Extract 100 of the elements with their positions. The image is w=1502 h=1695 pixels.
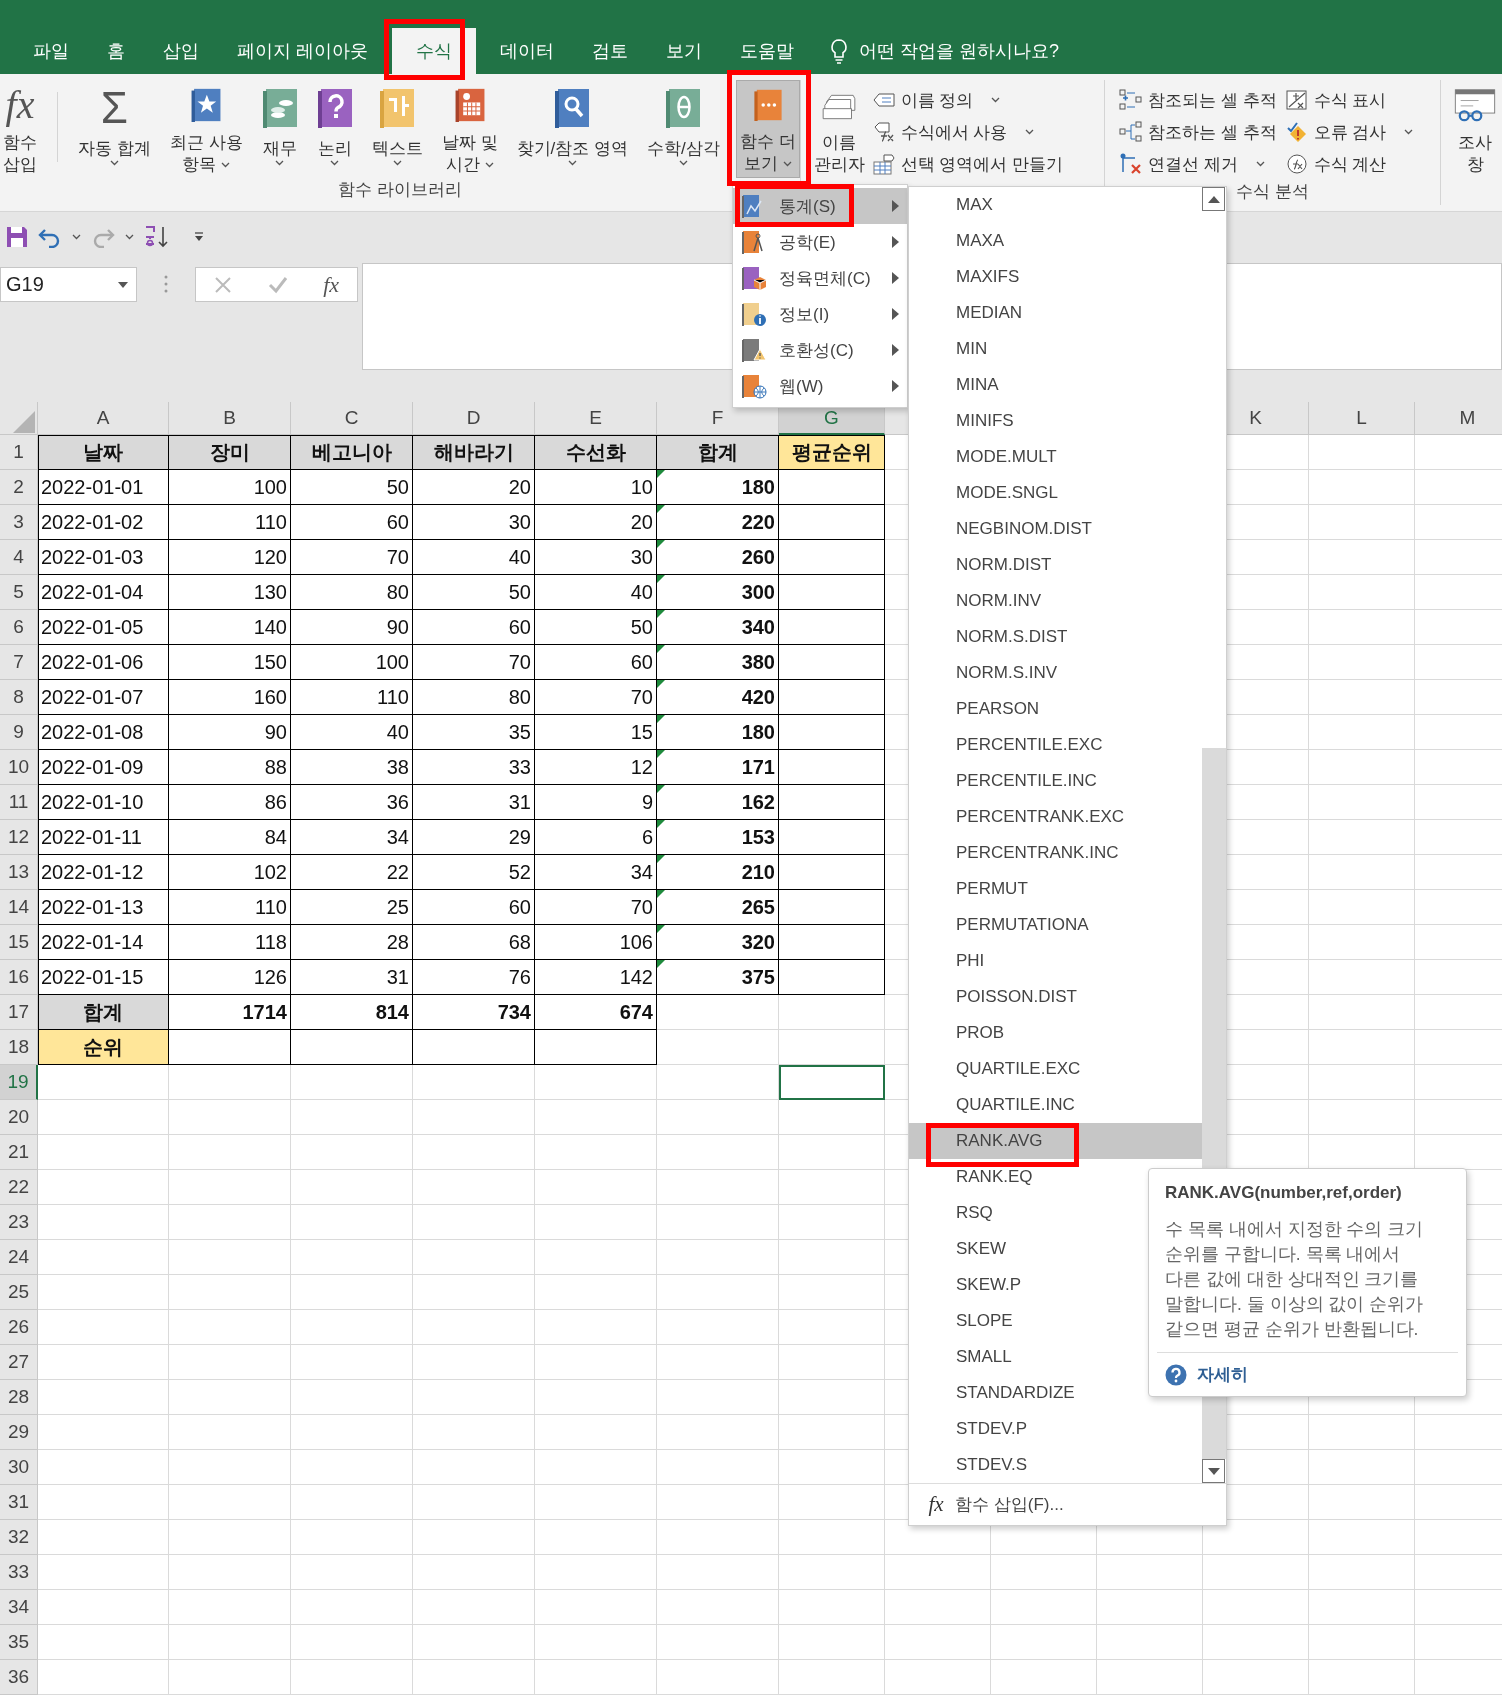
ribbon-button[interactable]: 날짜 및 시간 [438,80,501,178]
active-cell[interactable] [779,1065,885,1100]
menu-item[interactable]: STDEV.S [909,1447,1202,1483]
ribbon-tab[interactable]: 검토 [573,28,647,74]
menu-item[interactable]: POISSON.DIST [909,979,1202,1015]
customize-icon[interactable] [192,231,206,243]
row-header[interactable]: 12 [0,820,38,855]
row-header[interactable]: 20 [0,1100,38,1135]
ribbon-button[interactable]: 오류 검사 [1280,116,1418,148]
ribbon-button[interactable]: 수식에서 사용 [867,116,1068,148]
menu-item[interactable]: MEDIAN [909,295,1202,331]
ribbon-button[interactable]: 찾기/참조 영역 [513,80,632,178]
ribbon-button[interactable]: 참조하는 셀 추적 [1115,116,1281,148]
menu-item[interactable]: MIN [909,331,1202,367]
ribbon-button[interactable]: 텍스트 [368,80,426,178]
ribbon-button[interactable]: 수식 표시 [1280,84,1418,116]
row-header[interactable]: 4 [0,540,38,575]
row-header[interactable]: 19 [0,1065,38,1100]
menu-item[interactable]: PERMUTATIONA [909,907,1202,943]
ribbon-tab[interactable]: 데이터 [481,28,573,74]
row-header[interactable]: 14 [0,890,38,925]
column-header[interactable]: A [38,402,169,435]
row-header[interactable]: 24 [0,1240,38,1275]
column-header[interactable]: B [169,402,291,435]
ribbon-button[interactable]: 이름 정의 [867,84,1068,116]
ribbon-button[interactable]: 선택 영역에서 만들기 [867,148,1068,180]
row-header[interactable]: 34 [0,1590,38,1625]
menu-item[interactable]: PERCENTILE.EXC [909,727,1202,763]
ribbon-button[interactable]: 참조되는 셀 추적 [1115,84,1281,116]
menu-item[interactable]: QUARTILE.EXC [909,1051,1202,1087]
ribbon-tab[interactable]: 수식 [392,28,476,74]
sort-icon[interactable] [144,225,170,249]
menu-item[interactable]: PROB [909,1015,1202,1051]
row-header[interactable]: 2 [0,470,38,505]
column-header[interactable]: F [657,402,779,435]
ribbon-tab[interactable]: 삽입 [144,28,218,74]
row-header[interactable]: 32 [0,1520,38,1555]
ribbon-button[interactable]: 수식 계산 [1280,148,1418,180]
row-header[interactable]: 31 [0,1485,38,1520]
row-header[interactable]: 22 [0,1170,38,1205]
row-header[interactable]: 33 [0,1555,38,1590]
row-header[interactable]: 3 [0,505,38,540]
undo-icon[interactable] [38,226,62,248]
column-header[interactable]: D [413,402,535,435]
menu-item[interactable]: MODE.MULT [909,439,1202,475]
row-header[interactable]: 18 [0,1030,38,1065]
menu-item[interactable]: MAXA [909,223,1202,259]
search-field[interactable]: 어떤 작업을 원하시나요? [857,39,1101,63]
menu-item[interactable]: PERMUT [909,871,1202,907]
ribbon-button[interactable]: 이름 관리자 [810,80,868,178]
menu-item[interactable]: PHI [909,943,1202,979]
menu-item[interactable]: NORM.S.DIST [909,619,1202,655]
insert-function-item[interactable]: fx 함수 삽입(F)... [909,1483,1226,1525]
menu-item[interactable]: PERCENTRANK.EXC [909,799,1202,835]
row-header[interactable]: 21 [0,1135,38,1170]
row-header[interactable]: 27 [0,1345,38,1380]
ribbon-button[interactable]: 최근 사용 항목 [166,80,246,178]
check-icon[interactable] [267,275,288,294]
ribbon-button[interactable]: 함수 더 보기 [735,80,800,178]
row-header[interactable]: 1 [0,435,38,470]
ribbon-button[interactable]: fx 함수 삽입 [0,80,40,178]
row-header[interactable]: 35 [0,1625,38,1660]
more-info-link[interactable]: 자세히 [1197,1363,1248,1386]
menu-item[interactable]: 공학(E) [733,224,907,260]
column-header[interactable]: M [1415,402,1502,435]
menu-item[interactable]: PERCENTILE.INC [909,763,1202,799]
row-header[interactable]: 29 [0,1415,38,1450]
menu-item[interactable]: NORM.INV [909,583,1202,619]
column-header[interactable]: E [535,402,657,435]
menu-item[interactable]: PEARSON [909,691,1202,727]
ribbon-tab[interactable]: 도움말 [721,28,813,74]
menu-item[interactable]: 웹(W) [733,368,907,404]
row-header[interactable]: 26 [0,1310,38,1345]
row-header[interactable]: 17 [0,995,38,1030]
menu-item[interactable]: NEGBINOM.DIST [909,511,1202,547]
ribbon-button[interactable]: 연결선 제거 [1115,148,1281,180]
row-header[interactable]: 10 [0,750,38,785]
menu-item[interactable]: 정보(I) [733,296,907,332]
menu-item[interactable]: MAX [909,187,1202,223]
row-header[interactable]: 36 [0,1660,38,1695]
menu-item[interactable]: MINIFS [909,403,1202,439]
row-header[interactable]: 23 [0,1205,38,1240]
row-header[interactable]: 16 [0,960,38,995]
row-header[interactable]: 7 [0,645,38,680]
name-box[interactable]: G19 [0,267,137,302]
scroll-down-button[interactable] [1202,1459,1225,1483]
column-header[interactable]: L [1309,402,1415,435]
ribbon-tab[interactable]: 페이지 레이아웃 [218,28,387,74]
menu-item[interactable]: PERCENTRANK.INC [909,835,1202,871]
menu-item[interactable]: 호환성(C) [733,332,907,368]
ribbon-button[interactable]: 조사 창 [1441,80,1502,178]
ribbon-button[interactable]: Σ 자동 합계 [75,80,154,178]
ribbon-button[interactable]: 논리 [313,80,356,178]
column-header[interactable]: C [291,402,413,435]
menu-item[interactable]: MODE.SNGL [909,475,1202,511]
row-header[interactable]: 15 [0,925,38,960]
ribbon-button[interactable]: 수학/삼각 [644,80,723,178]
row-header[interactable]: 5 [0,575,38,610]
menu-item[interactable]: NORM.DIST [909,547,1202,583]
scroll-up-button[interactable] [1202,187,1225,211]
